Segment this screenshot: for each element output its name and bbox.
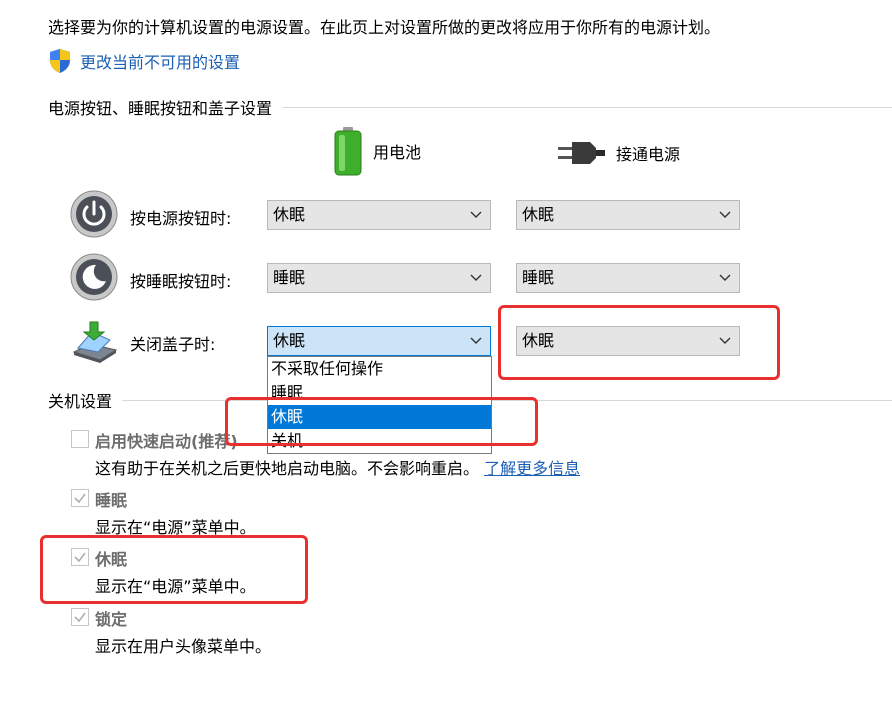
select-value: 休眠 <box>273 331 306 350</box>
intro-text: 选择要为你的计算机设置的电源设置。在此页上对设置所做的更改将应用于你所有的电源计… <box>48 18 721 37</box>
learn-more-link[interactable]: 了解更多信息 <box>484 459 580 478</box>
battery-column-label: 用电池 <box>373 143 422 162</box>
sleep-button-plugged-select[interactable]: 睡眠 <box>516 263 740 293</box>
battery-icon <box>334 127 362 176</box>
checkmark-icon <box>74 612 86 623</box>
lid-close-label: 关闭盖子时: <box>130 335 216 354</box>
power-plug-icon <box>558 142 605 164</box>
change-unavailable-settings-link[interactable]: 更改当前不可用的设置 <box>48 48 240 74</box>
change-link-label: 更改当前不可用的设置 <box>80 53 241 72</box>
highlight-box-hibernate-menu <box>40 535 308 604</box>
sleep-button-label: 按睡眠按钮时: <box>130 272 232 291</box>
chevron-down-icon <box>470 211 482 218</box>
battery-column-header: 用电池 <box>333 126 421 176</box>
fast-startup-desc-text: 这有助于在关机之后更快地启动电脑。不会影响重启。 <box>95 459 480 478</box>
fast-startup-desc: 这有助于在关机之后更快地启动电脑。不会影响重启。 了解更多信息 <box>95 455 580 479</box>
lock-menu-checkbox[interactable] <box>71 608 89 626</box>
chevron-down-icon <box>719 274 731 281</box>
sleep-button-battery-select[interactable]: 睡眠 <box>267 263 491 293</box>
power-button-plugged-select[interactable]: 休眠 <box>516 200 740 230</box>
power-section-title: 电源按钮、睡眠按钮和盖子设置 <box>48 99 273 118</box>
shutdown-section-title: 关机设置 <box>48 392 113 411</box>
select-value: 睡眠 <box>273 268 306 287</box>
checkmark-icon <box>74 493 86 504</box>
lid-close-battery-select[interactable]: 休眠 <box>267 326 491 356</box>
plugged-column-header: 接通电源 <box>556 138 680 168</box>
fast-startup-checkbox[interactable] <box>71 430 89 448</box>
sleep-button-icon <box>70 253 118 301</box>
chevron-down-icon <box>719 211 731 218</box>
highlight-box-hibernate-option <box>225 397 538 446</box>
plugged-column-label: 接通电源 <box>616 145 681 164</box>
select-value: 睡眠 <box>522 268 555 287</box>
laptop-lid-icon <box>72 321 118 363</box>
uac-shield-icon <box>50 49 70 73</box>
power-button-battery-select[interactable]: 休眠 <box>267 200 491 230</box>
power-button-label: 按电源按钮时: <box>130 209 232 228</box>
highlight-box-plugged-lid <box>498 305 780 380</box>
lock-menu-desc: 显示在用户头像菜单中。 <box>95 637 272 656</box>
sleep-menu-checkbox[interactable] <box>71 489 89 507</box>
select-value: 休眠 <box>273 205 306 224</box>
sleep-menu-title: 睡眠 <box>95 491 128 510</box>
power-section-header: 电源按钮、睡眠按钮和盖子设置 <box>48 95 892 119</box>
power-button-icon <box>70 190 118 238</box>
section-divider <box>282 106 892 108</box>
fast-startup-title: 启用快速启动(推荐) <box>95 432 238 451</box>
chevron-down-icon <box>470 274 482 281</box>
chevron-down-icon <box>470 337 482 344</box>
lock-menu-title: 锁定 <box>95 610 128 629</box>
select-value: 休眠 <box>522 205 555 224</box>
dropdown-option-do-nothing[interactable]: 不采取任何操作 <box>268 357 491 381</box>
